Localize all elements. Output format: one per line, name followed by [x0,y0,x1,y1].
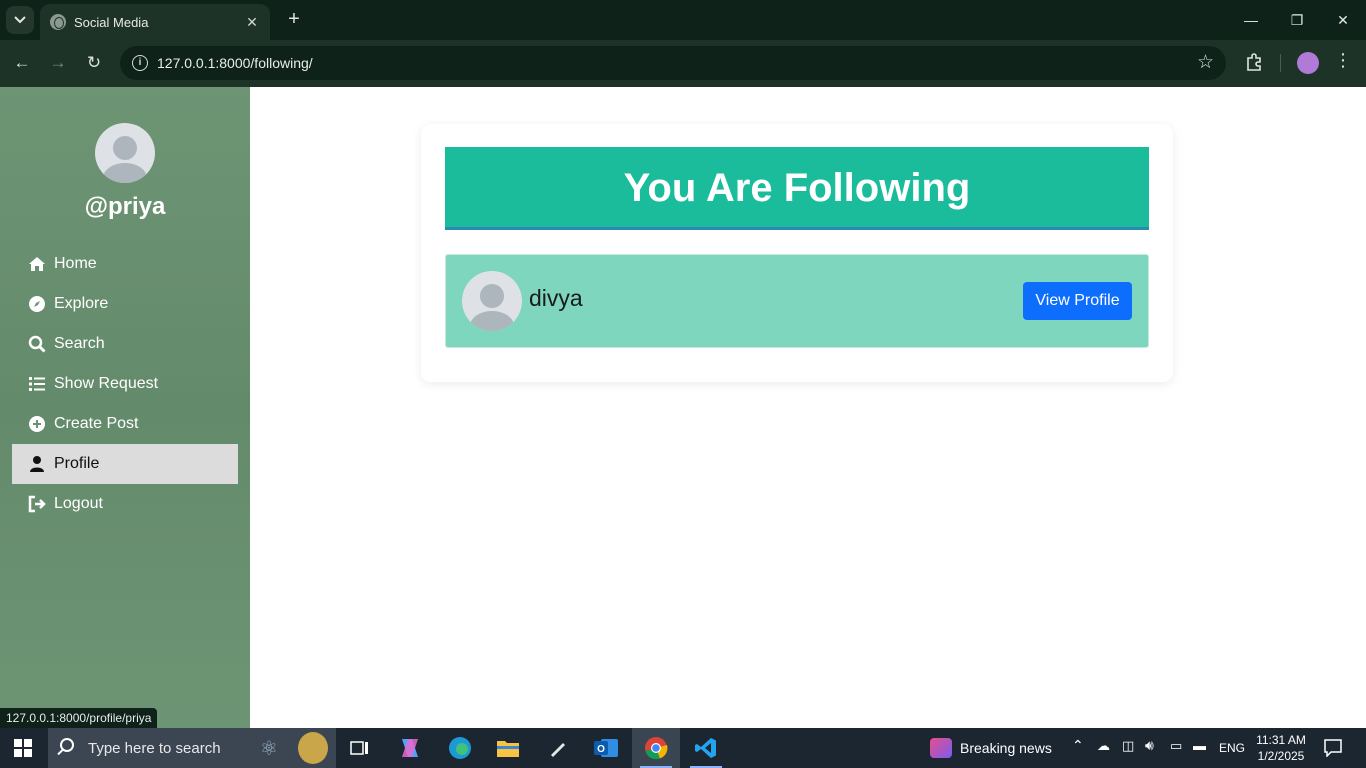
news-icon[interactable] [930,738,952,758]
profile-avatar-icon[interactable] [1297,52,1319,74]
sidebar-item-label: Profile [54,455,100,472]
news-widget-text[interactable]: Breaking news [960,740,1052,756]
close-window-button[interactable]: ✕ [1320,8,1366,32]
pen-tool-icon[interactable] [534,728,582,768]
outlook-icon[interactable]: O [582,728,630,768]
sidebar-item-explore[interactable]: Explore [12,284,238,324]
copilot-icon[interactable] [386,728,434,768]
bookmark-star-icon[interactable]: ☆ [1197,51,1214,74]
tab-title: Social Media [74,14,149,30]
sidebar-item-logout[interactable]: Logout [12,484,238,524]
notifications-icon[interactable] [1324,739,1342,757]
compass-icon [29,296,45,312]
plus-circle-icon [29,416,45,432]
browser-tab[interactable]: Social Media ✕ [40,4,270,40]
sidebar-item-label: Create Post [54,415,139,432]
logout-icon [28,495,46,513]
globe-icon [50,14,66,30]
following-list-item: divya View Profile [445,254,1149,348]
url-text[interactable]: 127.0.0.1:8000/following/ [157,55,313,71]
volume-icon[interactable]: 🔊︎ [1145,737,1154,754]
minimize-button[interactable]: — [1228,8,1274,32]
sidebar-item-label: Explore [54,295,109,312]
edge-browser-icon[interactable] [436,728,484,768]
search-highlight-icon [298,732,328,764]
toolbar-divider [1280,54,1281,72]
page-title-banner: You Are Following [445,147,1149,230]
avatar [462,271,522,331]
sidebar-item-create-post[interactable]: Create Post [12,404,238,444]
status-bar-url: 127.0.0.1:8000/profile/priya [0,708,158,728]
vscode-icon[interactable] [682,728,730,768]
browser-toolbar: ← → ↻ i 127.0.0.1:8000/following/ ☆ ⋮ [0,40,1366,87]
network-icon[interactable]: ▭ [1170,738,1182,754]
new-tab-button[interactable]: + [282,8,306,32]
chrome-icon[interactable] [632,728,680,768]
restore-button[interactable]: ❐ [1274,8,1320,32]
chevron-down-icon [14,16,26,24]
info-icon[interactable]: i [132,55,148,71]
sidebar-item-home[interactable]: Home [12,244,238,284]
sidebar-item-show-request[interactable]: Show Request [12,364,238,404]
list-icon [29,377,45,391]
view-profile-button[interactable]: View Profile [1023,282,1132,320]
close-tab-icon[interactable]: ✕ [244,14,260,31]
clock-time: 11:31 AM [1256,733,1306,747]
atom-icon: ⚛ [260,738,278,760]
sidebar-item-label: Home [54,255,97,272]
search-icon [60,738,74,752]
sidebar-item-label: Logout [54,495,103,512]
sidebar-item-search[interactable]: Search [12,324,238,364]
taskbar-search-placeholder: Type here to search [88,740,221,757]
file-explorer-icon[interactable] [484,728,532,768]
sidebar-username: @priya [84,193,166,220]
meet-icon[interactable]: ◫ [1122,738,1134,754]
sidebar-item-label: Show Request [54,375,159,392]
sidebar-item-label: Search [54,335,105,352]
user-icon [30,456,44,472]
clock[interactable]: 11:31 AM 1/2/2025 [1250,732,1312,764]
back-button[interactable]: ← [9,50,35,76]
reload-button[interactable]: ↻ [81,50,107,76]
sidebar: @priya Home Explore Search Show Request … [0,87,250,728]
forward-button[interactable]: → [45,50,71,76]
page-title: You Are Following [623,166,971,210]
following-card: You Are Following divya View Profile [421,124,1173,382]
user-avatar [95,123,155,183]
extensions-icon[interactable] [1244,52,1264,72]
browser-tab-bar: Social Media ✕ + — ❐ ✕ [0,0,1366,40]
search-icon [28,335,46,353]
clock-date: 1/2/2025 [1257,749,1305,763]
svg-text:O: O [597,744,605,755]
taskbar-search-input[interactable]: Type here to search ⚛ [48,728,336,768]
task-view-icon[interactable] [336,728,384,768]
battery-icon[interactable]: ▬ [1193,738,1206,753]
tab-search-button[interactable] [6,6,34,34]
tray-chevron-up-icon[interactable]: ⌃ [1072,737,1084,754]
following-username: divya [529,285,583,311]
address-bar[interactable]: i 127.0.0.1:8000/following/ ☆ [120,46,1226,80]
onedrive-icon[interactable]: ☁ [1097,738,1110,754]
windows-start-icon[interactable] [14,739,32,757]
sidebar-item-profile[interactable]: Profile [12,444,238,484]
language-indicator[interactable]: ENG [1219,741,1245,755]
windows-taskbar: Type here to search ⚛ O Breaking news ⌃ … [0,728,1366,768]
menu-kebab-icon[interactable]: ⋮ [1334,50,1352,71]
home-icon [29,257,45,271]
